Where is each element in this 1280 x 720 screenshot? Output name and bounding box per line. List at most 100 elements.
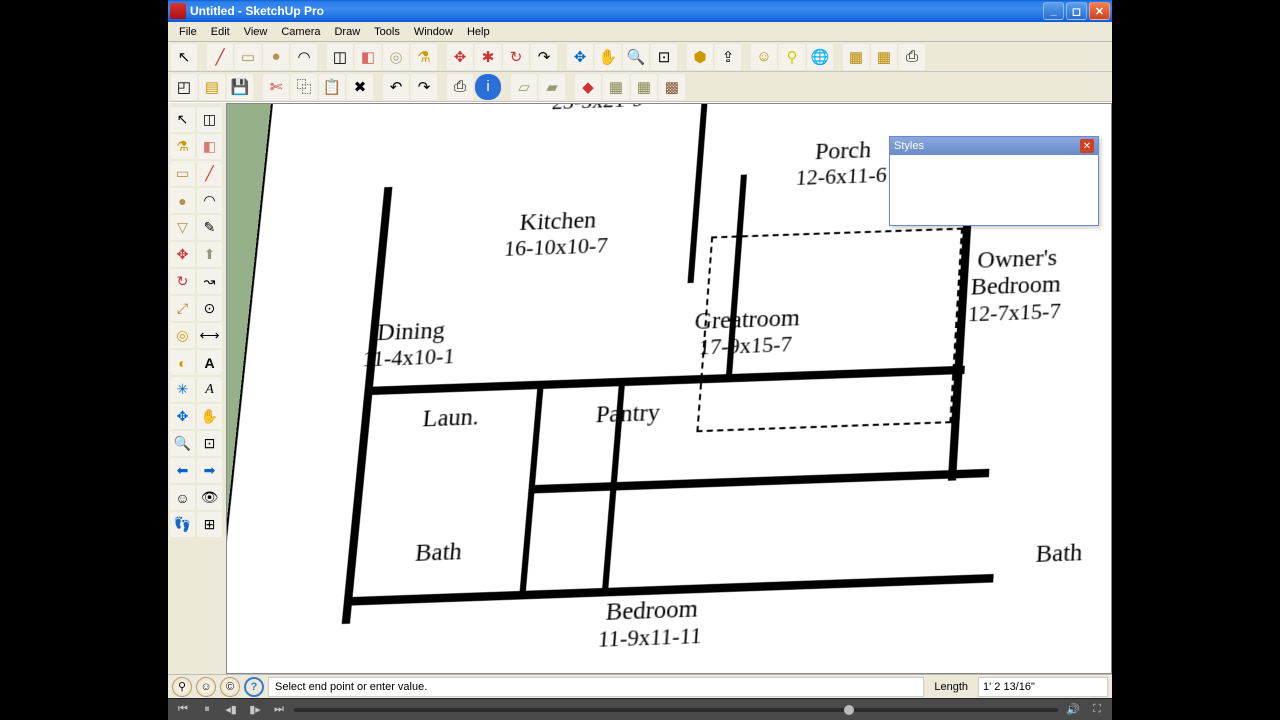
tool-protractor-icon[interactable]: ◐ <box>170 350 195 375</box>
save-file-icon[interactable]: 💾 <box>227 74 253 100</box>
styles-panel-titlebar[interactable]: Styles ✕ <box>890 137 1098 155</box>
tool-component-icon[interactable]: ◫ <box>197 107 222 132</box>
tool-zoom-icon[interactable]: 🔍 <box>170 431 195 456</box>
person-icon[interactable]: ☺ <box>751 44 777 70</box>
tool-paint-icon[interactable]: ⚗ <box>170 134 195 159</box>
tool-select-icon[interactable]: ↖ <box>170 107 195 132</box>
player-volume-icon[interactable]: 🔊 <box>1064 702 1082 718</box>
open-file-icon[interactable]: ▤ <box>199 74 225 100</box>
rectangle-icon[interactable]: ▭ <box>235 44 261 70</box>
titlebar[interactable]: Untitled - SketchUp Pro _ ◻ ✕ <box>168 0 1112 22</box>
player-stepback-icon[interactable]: ◂▮ <box>222 702 240 718</box>
share-icon[interactable]: ⇪ <box>715 44 741 70</box>
tool-line-icon[interactable]: ╱ <box>197 161 222 186</box>
tape-measure-icon[interactable]: ◎ <box>383 44 409 70</box>
section-icon[interactable]: ◆ <box>575 74 601 100</box>
new-file-icon[interactable]: ◰ <box>171 74 197 100</box>
tool-followme-icon[interactable]: ↝ <box>197 269 222 294</box>
styles-panel[interactable]: Styles ✕ <box>889 136 1099 226</box>
tool-section-icon[interactable]: ⊞ <box>197 512 222 537</box>
layer1-icon[interactable]: ▱ <box>511 74 537 100</box>
comp1-icon[interactable]: ▦ <box>603 74 629 100</box>
warehouse-icon[interactable]: ⬢ <box>687 44 713 70</box>
tool-eraser-icon[interactable]: ◧ <box>197 134 222 159</box>
select-icon[interactable]: ↖ <box>171 44 197 70</box>
comp2-icon[interactable]: ▦ <box>631 74 657 100</box>
menu-draw[interactable]: Draw <box>327 24 367 40</box>
tool-prev-icon[interactable]: ⬅ <box>170 458 195 483</box>
tool-arc-icon[interactable]: ◠ <box>197 188 222 213</box>
box2-icon[interactable]: ▦ <box>871 44 897 70</box>
tool-freehand-icon[interactable]: ✎ <box>197 215 222 240</box>
tool-3dtext-icon[interactable]: A <box>197 377 222 402</box>
model-info-icon[interactable]: i <box>475 74 501 100</box>
line-icon[interactable]: ╱ <box>207 44 233 70</box>
player-fullscreen-icon[interactable]: ⛶ <box>1088 702 1106 718</box>
arc-icon[interactable]: ◠ <box>291 44 317 70</box>
maximize-button[interactable]: ◻ <box>1066 2 1087 20</box>
tool-polygon-icon[interactable]: ▽ <box>170 215 195 240</box>
help-icon[interactable]: ? <box>244 677 264 697</box>
tool-rotate-icon[interactable]: ↻ <box>170 269 195 294</box>
menu-view[interactable]: View <box>237 24 275 40</box>
orbit-icon[interactable]: ✥ <box>567 44 593 70</box>
menu-help[interactable]: Help <box>460 24 497 40</box>
earth-icon[interactable]: 🌐 <box>807 44 833 70</box>
circle-icon[interactable]: ● <box>263 44 289 70</box>
tool-rect-icon[interactable]: ▭ <box>170 161 195 186</box>
component-icon[interactable]: ◫ <box>327 44 353 70</box>
tool-axes-icon[interactable]: ✳ <box>170 377 195 402</box>
menu-tools[interactable]: Tools <box>367 24 407 40</box>
paste-icon[interactable]: 📋 <box>319 74 345 100</box>
zoom-extents-icon[interactable]: ⊡ <box>651 44 677 70</box>
menu-window[interactable]: Window <box>407 24 460 40</box>
tool-dimension-icon[interactable]: ⟷ <box>197 323 222 348</box>
menu-file[interactable]: File <box>172 24 204 40</box>
print-setup-icon[interactable]: ⎙ <box>447 74 473 100</box>
close-button[interactable]: ✕ <box>1089 2 1110 20</box>
cut-icon[interactable]: ✄ <box>263 74 289 100</box>
delete-icon[interactable]: ✖ <box>347 74 373 100</box>
tool-scale-icon[interactable]: ⤢ <box>170 296 195 321</box>
styles-panel-close-icon[interactable]: ✕ <box>1080 139 1094 153</box>
copy-icon[interactable]: ⿻ <box>291 74 317 100</box>
menu-edit[interactable]: Edit <box>204 24 237 40</box>
player-prev-icon[interactable]: ⏮ <box>174 702 192 718</box>
tool-offset-icon[interactable]: ⊙ <box>197 296 222 321</box>
redo-icon[interactable]: ↷ <box>411 74 437 100</box>
geo-button[interactable]: ⚲ <box>172 677 192 697</box>
box1-icon[interactable]: ▦ <box>843 44 869 70</box>
tool-position-icon[interactable]: ☺ <box>170 485 195 510</box>
rotate-icon[interactable]: ✱ <box>475 44 501 70</box>
length-value[interactable]: 1' 2 13/16" <box>978 677 1108 697</box>
tool-look-icon[interactable]: 👁 <box>197 485 222 510</box>
texture-icon[interactable]: ▩ <box>659 74 685 100</box>
tool-pan-icon[interactable]: ✋ <box>197 404 222 429</box>
tool-circle-icon[interactable]: ● <box>170 188 195 213</box>
tool-move-icon[interactable]: ✥ <box>170 242 195 267</box>
print-icon[interactable]: ⎙ <box>899 44 925 70</box>
minimize-button[interactable]: _ <box>1043 2 1064 20</box>
layer2-icon[interactable]: ▰ <box>539 74 565 100</box>
tool-text-icon[interactable]: A <box>197 350 222 375</box>
pan-icon[interactable]: ✋ <box>595 44 621 70</box>
player-stepfwd-icon[interactable]: ▮▸ <box>246 702 264 718</box>
tool-next-icon[interactable]: ➡ <box>197 458 222 483</box>
zoom-icon[interactable]: 🔍 <box>623 44 649 70</box>
undo-icon[interactable]: ↶ <box>383 74 409 100</box>
tool-tape-icon[interactable]: ◎ <box>170 323 195 348</box>
claim-button[interactable]: © <box>220 677 240 697</box>
paint-bucket-icon[interactable]: ⚗ <box>411 44 437 70</box>
tool-walk-icon[interactable]: 👣 <box>170 512 195 537</box>
player-next-icon[interactable]: ⏭ <box>270 702 288 718</box>
pushpin-icon[interactable]: ⚲ <box>779 44 805 70</box>
tool-pushpull-icon[interactable]: ⬆ <box>197 242 222 267</box>
tool-zoomwin-icon[interactable]: ⊡ <box>197 431 222 456</box>
eraser-icon[interactable]: ◧ <box>355 44 381 70</box>
player-seek-handle[interactable] <box>844 705 854 715</box>
credits-button[interactable]: ☺ <box>196 677 216 697</box>
player-seek-track[interactable] <box>294 708 1058 712</box>
tool-orbit-icon[interactable]: ✥ <box>170 404 195 429</box>
viewport[interactable]: 23-5x21-9 Porch 12-6x11-6 Kitchen 16-10x… <box>226 103 1112 674</box>
scale-icon[interactable]: ↻ <box>503 44 529 70</box>
